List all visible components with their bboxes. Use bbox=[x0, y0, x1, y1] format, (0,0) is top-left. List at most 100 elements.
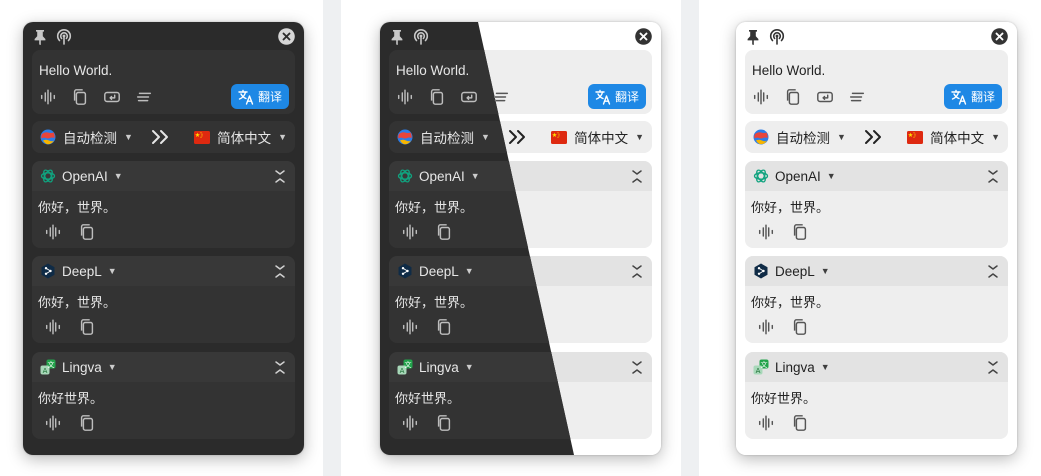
copy-button[interactable] bbox=[790, 413, 810, 433]
broadcast-icon[interactable] bbox=[412, 28, 430, 45]
expand-collapse-icon[interactable] bbox=[274, 264, 286, 279]
speak-button[interactable] bbox=[756, 317, 776, 337]
copy-button[interactable] bbox=[434, 413, 454, 433]
speak-button[interactable] bbox=[751, 87, 771, 107]
expand-collapse-icon[interactable] bbox=[987, 264, 999, 279]
double-chevron-right-icon[interactable] bbox=[863, 129, 883, 145]
expand-collapse-icon[interactable] bbox=[631, 264, 643, 279]
source-language-select[interactable]: 自动检测 ▼ bbox=[40, 121, 133, 153]
source-text[interactable]: Hello World. bbox=[752, 63, 825, 78]
speak-button[interactable] bbox=[43, 222, 63, 242]
speak-button[interactable] bbox=[43, 317, 63, 337]
service-select[interactable]: Lingva ▼ bbox=[40, 352, 117, 382]
service-select[interactable]: Lingva ▼ bbox=[397, 352, 474, 382]
speak-button[interactable] bbox=[38, 87, 58, 107]
copy-button[interactable] bbox=[783, 87, 803, 107]
service-select[interactable]: OpenAI ▼ bbox=[753, 161, 836, 191]
result-text[interactable]: 你好世界。 bbox=[38, 388, 103, 407]
waveform-icon bbox=[39, 88, 57, 106]
broadcast-icon[interactable] bbox=[55, 28, 73, 45]
service-select[interactable]: OpenAI ▼ bbox=[40, 161, 123, 191]
pin-icon[interactable] bbox=[33, 29, 47, 45]
copy-button[interactable] bbox=[77, 413, 97, 433]
pin-icon[interactable] bbox=[390, 29, 404, 45]
service-header[interactable]: DeepL ▼ bbox=[32, 256, 295, 286]
expand-collapse-icon[interactable] bbox=[631, 169, 643, 184]
service-header[interactable]: OpenAI ▼ bbox=[745, 161, 1008, 191]
clean-text-button[interactable] bbox=[847, 87, 867, 107]
dark-layer: Hello World. 翻译 自动检测 ▼ 简体中文 ▼ OpenAI ▼ 你… bbox=[23, 22, 304, 455]
speak-button[interactable] bbox=[43, 413, 63, 433]
title-bar[interactable] bbox=[736, 22, 1017, 50]
double-chevron-right-icon[interactable] bbox=[507, 129, 527, 145]
result-text[interactable]: 你好，世界。 bbox=[751, 197, 829, 216]
service-select[interactable]: DeepL ▼ bbox=[397, 256, 474, 286]
result-text[interactable]: 你好，世界。 bbox=[38, 292, 116, 311]
result-text[interactable]: 你好，世界。 bbox=[395, 197, 473, 216]
source-input-panel[interactable]: Hello World. 翻译 bbox=[745, 50, 1008, 114]
close-icon[interactable] bbox=[635, 28, 652, 45]
copy-button[interactable] bbox=[790, 222, 810, 242]
translate-button[interactable]: 翻译 bbox=[944, 84, 1002, 109]
speak-button[interactable] bbox=[400, 222, 420, 242]
source-language-label: 自动检测 bbox=[420, 131, 474, 146]
source-text[interactable]: Hello World. bbox=[39, 63, 112, 78]
source-text[interactable]: Hello World. bbox=[396, 63, 469, 78]
speak-button[interactable] bbox=[400, 317, 420, 337]
service-card-deepl: DeepL ▼ 你好，世界。 bbox=[32, 256, 295, 343]
source-language-select[interactable]: 自动检测 ▼ bbox=[397, 121, 490, 153]
service-select[interactable]: Lingva ▼ bbox=[753, 352, 830, 382]
source-input-panel[interactable]: Hello World. 翻译 bbox=[32, 50, 295, 114]
speak-button[interactable] bbox=[400, 413, 420, 433]
translate-button[interactable]: 翻译 bbox=[231, 84, 289, 109]
service-select[interactable]: DeepL ▼ bbox=[753, 256, 830, 286]
delete-newline-button[interactable] bbox=[815, 87, 835, 107]
close-icon[interactable] bbox=[278, 28, 295, 45]
service-header[interactable]: Lingva ▼ bbox=[32, 352, 295, 382]
service-select[interactable]: DeepL ▼ bbox=[40, 256, 117, 286]
copy-button[interactable] bbox=[434, 222, 454, 242]
service-header[interactable]: Lingva ▼ bbox=[745, 352, 1008, 382]
globe-icon bbox=[397, 129, 413, 145]
service-header[interactable]: OpenAI ▼ bbox=[32, 161, 295, 191]
service-card-lingva: Lingva ▼ 你好世界。 bbox=[745, 352, 1008, 439]
result-text[interactable]: 你好，世界。 bbox=[38, 197, 116, 216]
light-layer: Hello World. 翻译 自动检测 ▼ 简体中文 ▼ bbox=[736, 22, 1017, 455]
expand-collapse-icon[interactable] bbox=[274, 360, 286, 375]
expand-collapse-icon[interactable] bbox=[987, 360, 999, 375]
pin-icon[interactable] bbox=[746, 29, 760, 45]
close-icon[interactable] bbox=[991, 28, 1008, 45]
speak-button[interactable] bbox=[756, 222, 776, 242]
delete-newline-button[interactable] bbox=[459, 87, 479, 107]
translate-button[interactable]: 翻译 bbox=[588, 84, 646, 109]
clean-text-button[interactable] bbox=[134, 87, 154, 107]
target-language-select[interactable]: 简体中文 ▼ bbox=[194, 121, 287, 153]
target-language-select[interactable]: 简体中文 ▼ bbox=[551, 121, 644, 153]
copy-button[interactable] bbox=[70, 87, 90, 107]
result-text[interactable]: 你好，世界。 bbox=[395, 292, 473, 311]
caret-down-icon: ▼ bbox=[470, 171, 480, 181]
copy-button[interactable] bbox=[427, 87, 447, 107]
delete-newline-button[interactable] bbox=[102, 87, 122, 107]
result-text[interactable]: 你好，世界。 bbox=[751, 292, 829, 311]
target-language-select[interactable]: 简体中文 ▼ bbox=[907, 121, 1000, 153]
expand-collapse-icon[interactable] bbox=[987, 169, 999, 184]
copy-button[interactable] bbox=[790, 317, 810, 337]
double-chevron-right-icon[interactable] bbox=[150, 129, 170, 145]
speak-button[interactable] bbox=[395, 87, 415, 107]
service-select[interactable]: OpenAI ▼ bbox=[397, 161, 480, 191]
expand-collapse-icon[interactable] bbox=[631, 360, 643, 375]
source-language-select[interactable]: 自动检测 ▼ bbox=[753, 121, 846, 153]
result-text[interactable]: 你好世界。 bbox=[395, 388, 460, 407]
result-text[interactable]: 你好世界。 bbox=[751, 388, 816, 407]
copy-button[interactable] bbox=[77, 222, 97, 242]
service-header[interactable]: DeepL ▼ bbox=[745, 256, 1008, 286]
copy-button[interactable] bbox=[434, 317, 454, 337]
broadcast-icon[interactable] bbox=[768, 28, 786, 45]
speak-button[interactable] bbox=[756, 413, 776, 433]
result-toolbar bbox=[400, 222, 454, 242]
translate-icon bbox=[951, 89, 967, 105]
title-bar[interactable] bbox=[23, 22, 304, 50]
copy-button[interactable] bbox=[77, 317, 97, 337]
expand-collapse-icon[interactable] bbox=[274, 169, 286, 184]
